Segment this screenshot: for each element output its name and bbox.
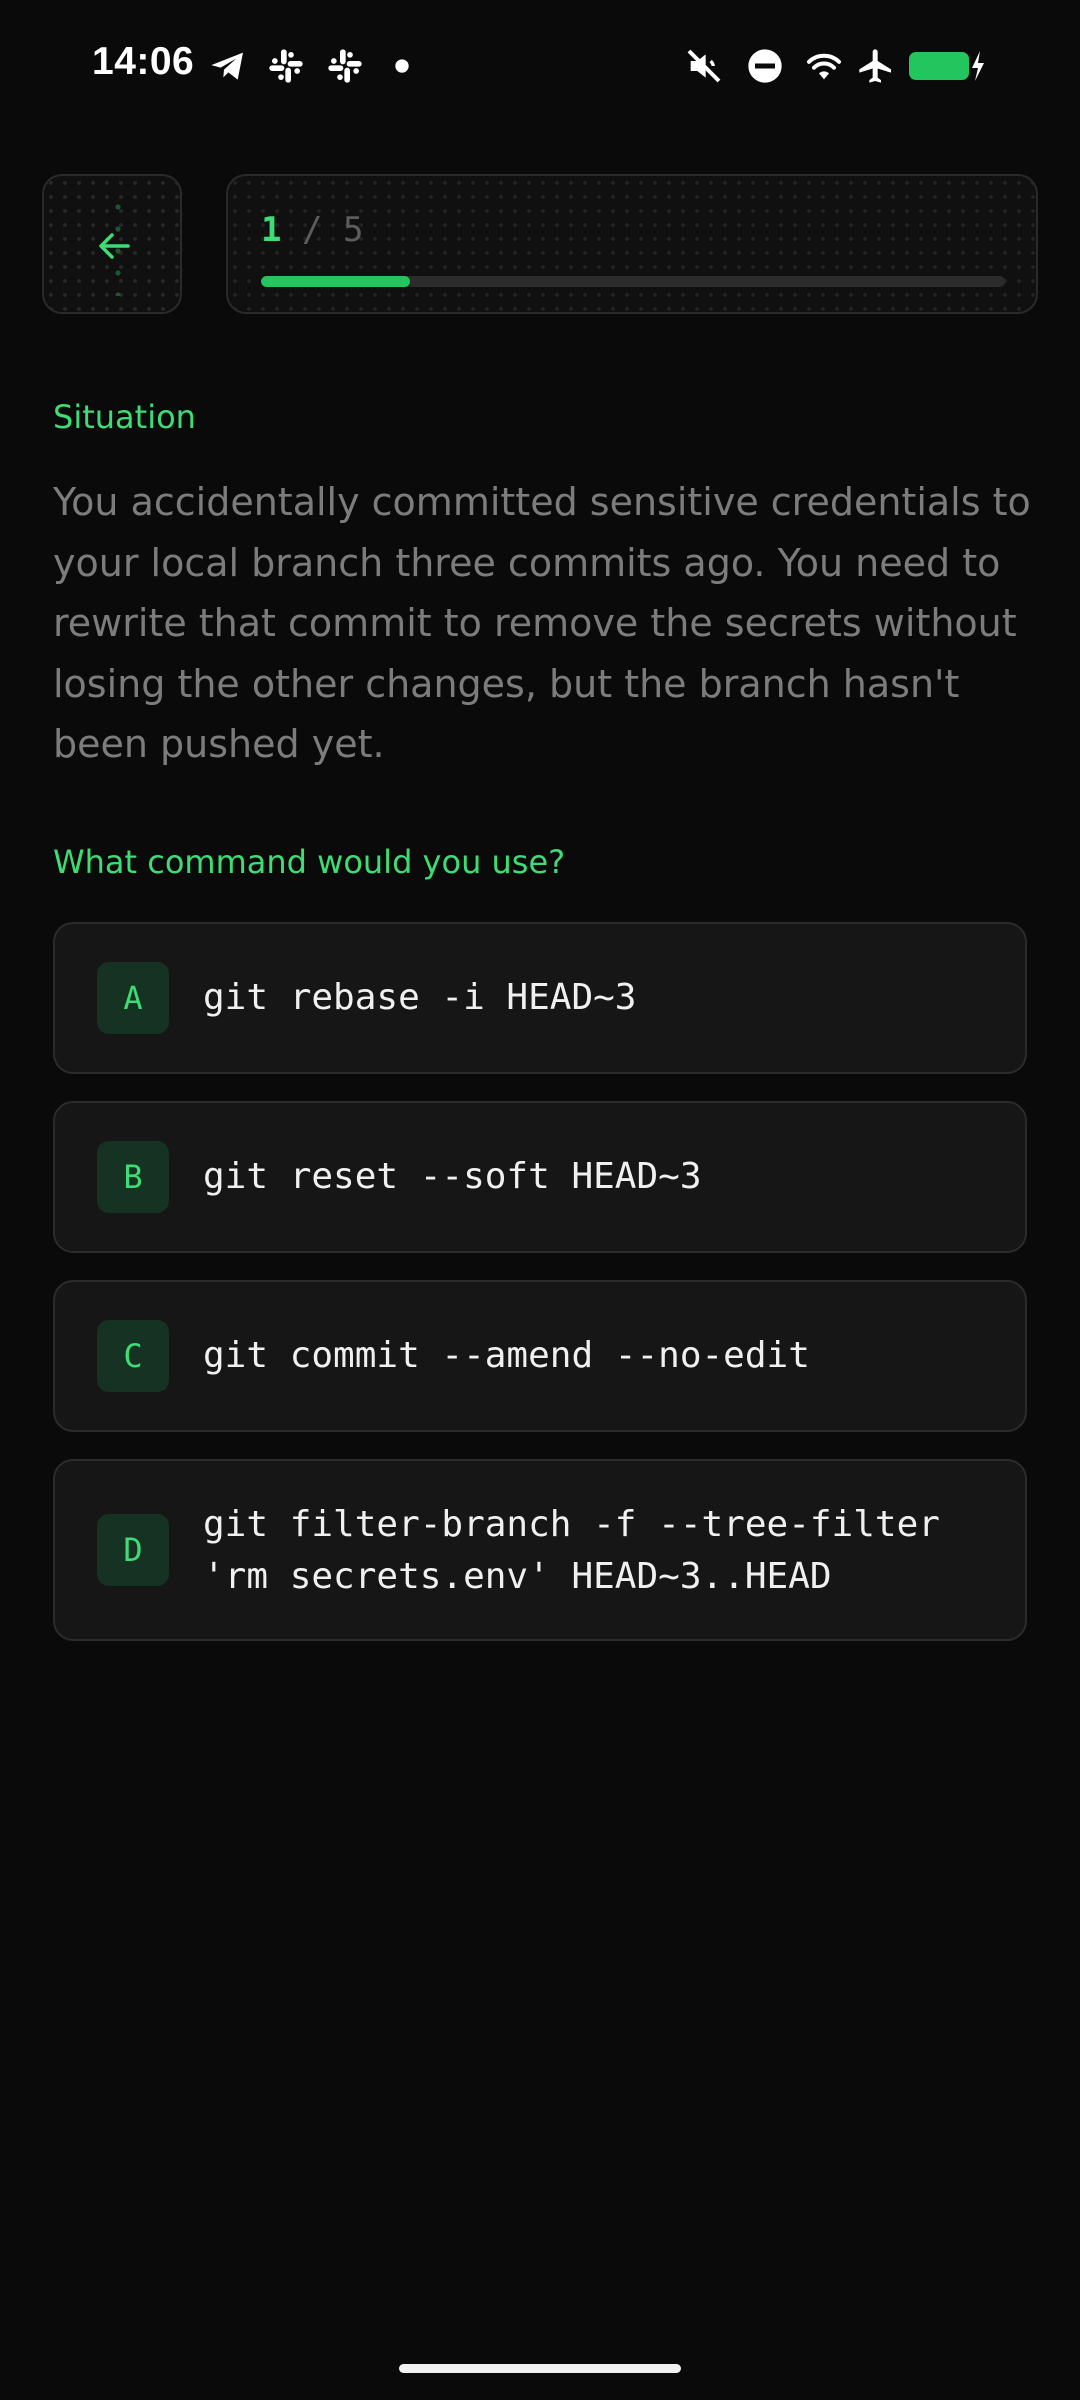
progress-fill	[261, 276, 410, 287]
progress-bar	[261, 276, 1005, 287]
progress-counter: 1 / 5	[261, 210, 363, 250]
progress-total: 5	[342, 210, 364, 250]
option-letter: D	[97, 1514, 169, 1586]
status-bar: 14:06	[0, 0, 1080, 130]
option-command: git commit --amend --no-edit	[203, 1335, 810, 1376]
option-a[interactable]: A git rebase -i HEAD~3	[53, 922, 1027, 1074]
option-command: git rebase -i HEAD~3	[203, 977, 637, 1018]
slack-icon	[325, 46, 365, 86]
situation-label: Situation	[53, 398, 196, 436]
option-letter: B	[97, 1141, 169, 1213]
back-button[interactable]	[42, 174, 182, 314]
arrow-left-icon	[94, 226, 134, 266]
mute-icon	[684, 46, 724, 86]
telegram-icon	[208, 46, 248, 86]
do-not-disturb-icon	[745, 46, 785, 86]
battery-charging-icon	[908, 46, 992, 86]
situation-text: You accidentally committed sensitive cre…	[53, 480, 1031, 766]
question-label: What command would you use?	[53, 843, 566, 881]
airplane-icon	[856, 46, 896, 86]
option-letter: C	[97, 1320, 169, 1392]
slack-icon	[266, 46, 306, 86]
option-c[interactable]: C git commit --amend --no-edit	[53, 1280, 1027, 1432]
dot-icon	[392, 46, 412, 86]
progress-panel: 1 / 5	[226, 174, 1038, 314]
progress-current: 1	[261, 210, 282, 250]
status-time: 14:06	[92, 40, 195, 83]
option-command: git reset --soft HEAD~3	[203, 1156, 702, 1197]
progress-separator: /	[301, 210, 323, 250]
option-d[interactable]: D git filter-branch -f --tree-filter 'rm…	[53, 1459, 1027, 1641]
wifi-icon	[802, 46, 846, 86]
option-letter: A	[97, 962, 169, 1034]
home-indicator[interactable]	[399, 2364, 681, 2373]
option-b[interactable]: B git reset --soft HEAD~3	[53, 1101, 1027, 1253]
option-command: git filter-branch -f --tree-filter 'rm s…	[203, 1504, 962, 1597]
